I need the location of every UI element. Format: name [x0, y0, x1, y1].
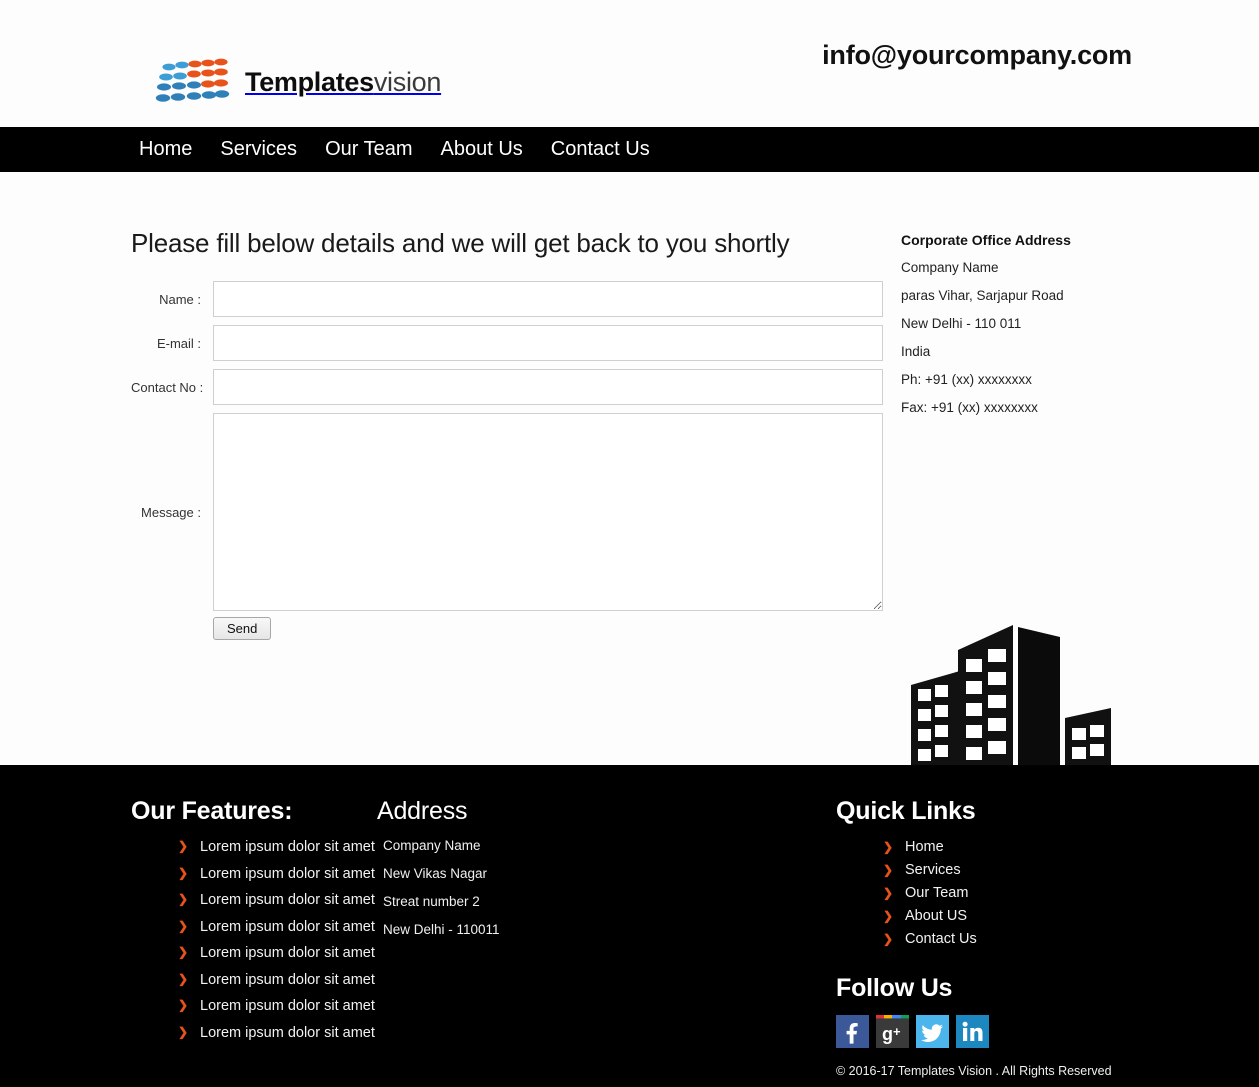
footer-address-lines: Company Name New Vikas Nagar Streat numb… [383, 838, 617, 937]
corporate-address-line: New Delhi - 110 011 [901, 316, 1022, 331]
contact-no-input[interactable] [213, 369, 883, 405]
footer-address-column: Address Company Name New Vikas Nagar Str… [377, 797, 617, 950]
corporate-address-fax: Fax: +91 (xx) xxxxxxxx [901, 400, 1038, 415]
svg-text:g: g [882, 1024, 893, 1044]
nav-list: Home Services Our Team About Us Contact … [139, 127, 664, 172]
logo-grid-icon [155, 58, 230, 102]
contact-form: Please fill below details and we will ge… [131, 228, 886, 640]
footer-link-contact-us[interactable]: Contact Us [905, 931, 977, 947]
office-building-illustration [908, 615, 1123, 785]
footer-features-list: Lorem ipsum dolor sit amet Lorem ipsum d… [131, 838, 381, 1044]
google-plus-icon[interactable]: g + [876, 1015, 909, 1048]
list-item: Lorem ipsum dolor sit amet [178, 1024, 381, 1044]
corporate-address-title: Corporate Office Address [901, 232, 1071, 248]
list-item: Lorem ipsum dolor sit amet [178, 865, 381, 885]
message-textarea[interactable] [213, 413, 883, 611]
footer-link-services[interactable]: Services [905, 862, 961, 878]
field-row-email: E-mail : [131, 325, 886, 361]
send-button[interactable]: Send [213, 617, 272, 640]
footer-address-line: Streat number 2 [383, 894, 480, 909]
list-item: Services [883, 861, 1166, 879]
nav-item-home[interactable]: Home [139, 127, 206, 172]
nav-item-about-us[interactable]: About Us [427, 127, 537, 172]
site-logo[interactable]: Templatesvision [155, 58, 441, 106]
field-row-name: Name : [131, 281, 886, 317]
name-label: Name : [159, 291, 201, 307]
list-item: Contact Us [883, 930, 1166, 948]
logo-word-bold: Templates [245, 66, 374, 97]
send-row: Send [213, 617, 886, 640]
email-input[interactable] [213, 325, 883, 361]
footer-quicklinks-heading: Quick Links [836, 797, 976, 825]
footer-address-line: New Vikas Nagar [383, 866, 488, 881]
name-input[interactable] [213, 281, 883, 317]
logo-word-light: vision [373, 66, 442, 97]
nav-item-our-team[interactable]: Our Team [311, 127, 426, 172]
building-icon [911, 625, 1111, 773]
footer-link-home[interactable]: Home [905, 839, 944, 855]
copyright-text: © 2016-17 Templates Vision . All Rights … [836, 1064, 1112, 1078]
header-email[interactable]: info@yourcompany.com [822, 40, 1132, 71]
list-item: Lorem ipsum dolor sit amet [178, 838, 381, 858]
social-links: g + [836, 1015, 1166, 1048]
footer-link-our-team[interactable]: Our Team [905, 885, 968, 901]
footer-link-about-us[interactable]: About US [905, 908, 967, 924]
email-label: E-mail : [156, 335, 201, 351]
footer-follow-heading: Follow Us [836, 974, 953, 1002]
list-item: Lorem ipsum dolor sit amet [178, 918, 381, 938]
corporate-address-line: Company Name [901, 260, 999, 275]
corporate-address-block: Corporate Office Address Company Name pa… [901, 232, 1141, 428]
field-row-contact-no: Contact No : [131, 369, 886, 405]
nav-item-contact-us[interactable]: Contact Us [537, 127, 664, 172]
corporate-address-phone: Ph: +91 (xx) xxxxxxxx [901, 372, 1032, 387]
nav-item-services[interactable]: Services [206, 127, 311, 172]
field-row-message: Message : [131, 413, 886, 611]
page-root: Templatesvision info@yourcompany.com Hom… [0, 0, 1259, 1087]
footer-address-line: Company Name [383, 838, 481, 853]
svg-text:+: + [893, 1024, 901, 1039]
facebook-icon[interactable] [836, 1015, 869, 1048]
footer-features-column: Our Features: Lorem ipsum dolor sit amet… [131, 797, 381, 1051]
main-content: Please fill below details and we will ge… [0, 172, 1259, 773]
corporate-address-line: India [901, 344, 931, 359]
message-label: Message : [141, 504, 201, 520]
list-item: Our Team [883, 884, 1166, 902]
footer-address-heading: Address [377, 797, 468, 825]
list-item: Lorem ipsum dolor sit amet [178, 997, 381, 1017]
site-footer: Our Features: Lorem ipsum dolor sit amet… [0, 765, 1259, 1087]
main-navigation: Home Services Our Team About Us Contact … [0, 127, 1259, 172]
site-header: Templatesvision info@yourcompany.com [0, 0, 1259, 127]
contact-no-label: Contact No : [131, 379, 204, 395]
corporate-address-line: paras Vihar, Sarjapur Road [901, 288, 1064, 303]
list-item: Lorem ipsum dolor sit amet [178, 944, 381, 964]
list-item: Home [883, 838, 1166, 856]
page-title: Please fill below details and we will ge… [131, 228, 790, 258]
logo-wordmark: Templatesvision [245, 67, 441, 98]
list-item: About US [883, 907, 1166, 925]
footer-features-heading: Our Features: [131, 797, 293, 825]
footer-quicklinks-list: Home Services Our Team About US Contact … [836, 838, 1166, 948]
twitter-icon[interactable] [916, 1015, 949, 1048]
footer-quicklinks-column: Quick Links Home Services Our Team About… [836, 797, 1166, 1078]
list-item: Lorem ipsum dolor sit amet [178, 971, 381, 991]
linkedin-icon[interactable] [956, 1015, 989, 1048]
footer-address-line: New Delhi - 110011 [383, 922, 500, 937]
list-item: Lorem ipsum dolor sit amet [178, 891, 381, 911]
